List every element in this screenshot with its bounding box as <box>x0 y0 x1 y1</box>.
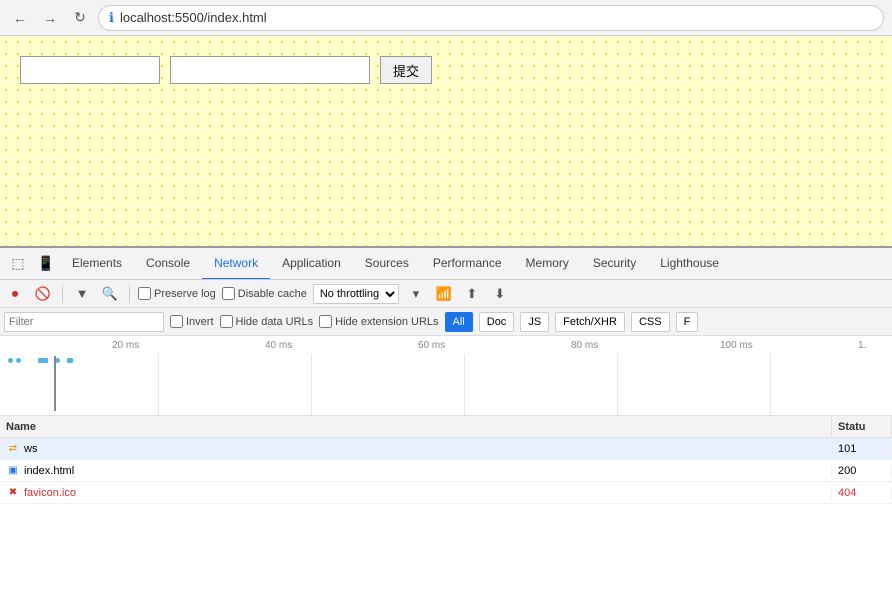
index-name-text: index.html <box>24 465 74 477</box>
th-name: Name <box>0 416 832 437</box>
devtools-panel: ⬚ 📱 Elements Console Network Application… <box>0 246 892 590</box>
browser-toolbar: ← → ↻ ℹ localhost:5500/index.html <box>0 0 892 36</box>
ruler-mark-20: 20 ms <box>112 336 139 354</box>
table-header: Name Statu <box>0 416 892 438</box>
tab-application[interactable]: Application <box>270 248 353 280</box>
favicon-name-text: favicon.ico <box>24 487 76 499</box>
td-favicon-name: ✖ favicon.ico <box>0 487 832 499</box>
ruler-mark-60: 60 ms <box>418 336 445 354</box>
tab-elements[interactable]: Elements <box>60 248 134 280</box>
filter-doc-button[interactable]: Doc <box>479 312 515 332</box>
td-favicon-status: 404 <box>832 487 892 499</box>
filter-all-button[interactable]: All <box>445 312 473 332</box>
filter-toggle-button[interactable]: ▼ <box>71 283 93 305</box>
invert-text: Invert <box>186 316 214 328</box>
disable-cache-checkbox[interactable] <box>222 287 235 300</box>
ws-name-text: ws <box>24 443 37 455</box>
ws-icon: ⇄ <box>6 443 20 454</box>
timeline-dots <box>8 358 73 363</box>
ruler-line-20 <box>158 354 159 415</box>
tab-sources[interactable]: Sources <box>353 248 421 280</box>
ruler-line-80 <box>617 354 618 415</box>
toolbar-separator-1 <box>62 285 63 303</box>
html-icon: ▣ <box>6 465 20 476</box>
ruler-mark-1: 1. <box>858 336 866 354</box>
filter-fetch-xhr-button[interactable]: Fetch/XHR <box>555 312 625 332</box>
hide-data-urls-label[interactable]: Hide data URLs <box>220 315 314 328</box>
network-toolbar: ⏺ 🚫 ▼ 🔍 Preserve log Disable cache No th… <box>0 280 892 308</box>
error-icon: ✖ <box>6 487 20 498</box>
timeline-dot-5 <box>67 358 73 363</box>
invert-label[interactable]: Invert <box>170 315 214 328</box>
devtools-tabs-bar: ⬚ 📱 Elements Console Network Application… <box>0 248 892 280</box>
invert-checkbox[interactable] <box>170 315 183 328</box>
submit-button[interactable]: 提交 <box>380 56 432 84</box>
tab-memory[interactable]: Memory <box>514 248 581 280</box>
forward-button[interactable]: → <box>38 6 62 30</box>
info-icon: ℹ <box>109 10 114 26</box>
devtools-responsive-icon[interactable]: 📱 <box>32 250 60 278</box>
tab-performance[interactable]: Performance <box>421 248 514 280</box>
network-table: Name Statu ⇄ ws 101 ▣ index.html 200 ✖ f… <box>0 416 892 590</box>
reload-button[interactable]: ↻ <box>68 6 92 30</box>
filter-css-button[interactable]: CSS <box>631 312 670 332</box>
td-index-status: 200 <box>832 465 892 477</box>
preserve-log-label[interactable]: Preserve log <box>138 287 216 300</box>
table-row[interactable]: ✖ favicon.ico 404 <box>0 482 892 504</box>
page-content: 提交 <box>0 36 892 246</box>
ruler-mark-100: 100 ms <box>720 336 753 354</box>
timeline-dot-1 <box>8 358 13 363</box>
ruler-line-60 <box>464 354 465 415</box>
search-button[interactable]: 🔍 <box>99 283 121 305</box>
preserve-log-checkbox[interactable] <box>138 287 151 300</box>
hide-data-urls-text: Hide data URLs <box>236 316 314 328</box>
back-button[interactable]: ← <box>8 6 32 30</box>
timeline-dot-2 <box>16 358 21 363</box>
tab-lighthouse[interactable]: Lighthouse <box>648 248 731 280</box>
hide-data-urls-checkbox[interactable] <box>220 315 233 328</box>
chevron-down-icon[interactable]: ▾ <box>405 283 427 305</box>
import-icon[interactable]: ⬆ <box>461 283 483 305</box>
td-index-name: ▣ index.html <box>0 465 832 477</box>
table-row[interactable]: ⇄ ws 101 <box>0 438 892 460</box>
timeline-cursor <box>54 356 56 411</box>
tab-security[interactable]: Security <box>581 248 648 280</box>
url-text: localhost:5500/index.html <box>120 10 267 25</box>
wifi-icon[interactable]: 📶 <box>433 283 455 305</box>
disable-cache-label[interactable]: Disable cache <box>222 287 307 300</box>
table-row[interactable]: ▣ index.html 200 <box>0 460 892 482</box>
record-stop-button[interactable]: ⏺ <box>4 283 26 305</box>
th-status: Statu <box>832 416 892 437</box>
ruler-line-100 <box>770 354 771 415</box>
toolbar-separator-2 <box>129 285 130 303</box>
tab-console[interactable]: Console <box>134 248 202 280</box>
preserve-log-text: Preserve log <box>154 288 216 300</box>
td-ws-name: ⇄ ws <box>0 443 832 455</box>
ruler-line-40 <box>311 354 312 415</box>
filter-js-button[interactable]: JS <box>520 312 549 332</box>
tab-network[interactable]: Network <box>202 248 270 280</box>
page-input-1[interactable] <box>20 56 160 84</box>
hide-extension-urls-text: Hide extension URLs <box>335 316 438 328</box>
filter-bar: Invert Hide data URLs Hide extension URL… <box>0 308 892 336</box>
timeline-dot-3 <box>38 358 48 363</box>
ruler-mark-80: 80 ms <box>571 336 598 354</box>
hide-extension-urls-label[interactable]: Hide extension URLs <box>319 315 438 328</box>
export-icon[interactable]: ⬇ <box>489 283 511 305</box>
ruler-mark-40: 40 ms <box>265 336 292 354</box>
clear-button[interactable]: 🚫 <box>32 283 54 305</box>
page-input-2[interactable] <box>170 56 370 84</box>
devtools-inspect-icon[interactable]: ⬚ <box>4 250 32 278</box>
td-ws-status: 101 <box>832 443 892 455</box>
filter-font-button[interactable]: F <box>676 312 699 332</box>
throttle-select[interactable]: No throttling Fast 3G Slow 3G <box>313 284 399 304</box>
disable-cache-text: Disable cache <box>238 288 307 300</box>
hide-extension-urls-checkbox[interactable] <box>319 315 332 328</box>
filter-input[interactable] <box>4 312 164 332</box>
network-timeline: 20 ms 40 ms 60 ms 80 ms 100 ms 1. <box>0 336 892 416</box>
address-bar[interactable]: ℹ localhost:5500/index.html <box>98 5 884 31</box>
